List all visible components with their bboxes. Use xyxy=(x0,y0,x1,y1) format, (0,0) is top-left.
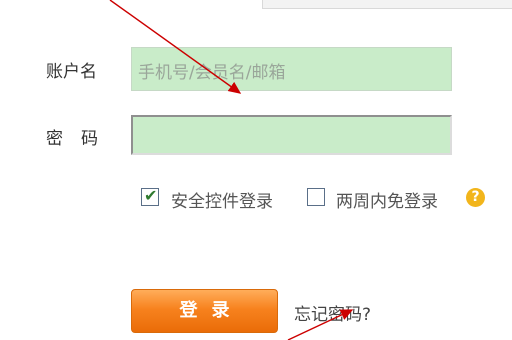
annotation-arrows xyxy=(109,0,354,340)
annotation-arrow-forgot xyxy=(287,309,354,340)
annotation-arrow-username xyxy=(109,0,242,94)
